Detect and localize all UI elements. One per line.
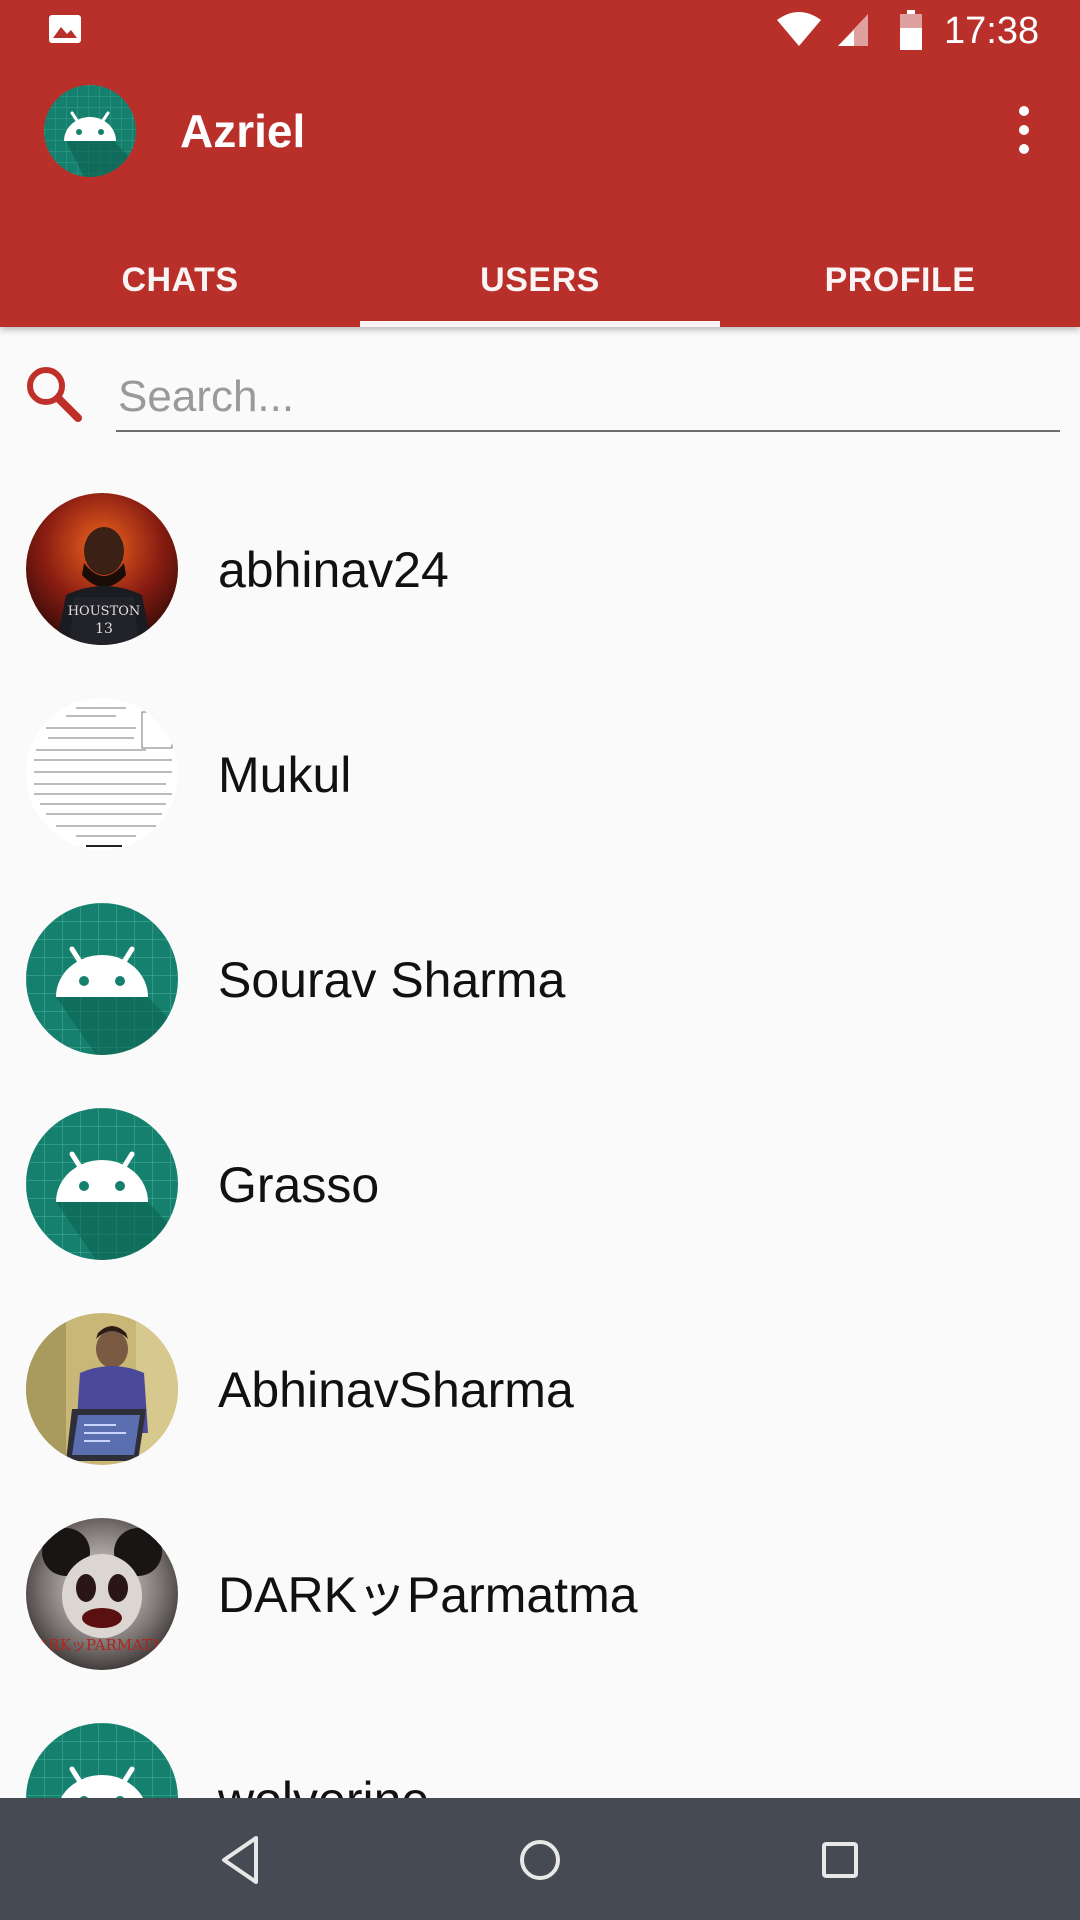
user-name: Grasso: [218, 1157, 380, 1213]
tab-bar: CHATS USERS PROFILE: [0, 233, 1080, 327]
navigation-bar: [0, 1798, 1080, 1920]
signal-icon: [838, 14, 868, 46]
app-title: Azriel: [180, 105, 306, 157]
tab-users[interactable]: USERS: [360, 233, 720, 327]
list-item[interactable]: Sourav Sharma: [0, 898, 1080, 1103]
back-icon[interactable]: [210, 1830, 270, 1890]
user-name: Mukul: [218, 747, 352, 803]
status-bar: 17:38: [0, 0, 1080, 63]
avatar: [26, 698, 178, 850]
android-avatar-icon: [26, 1723, 178, 1798]
battery-icon: [900, 10, 922, 50]
user-name: abhinav24: [218, 542, 449, 598]
android-avatar-icon: [26, 903, 178, 1055]
list-item[interactable]: DARKッPARMATMA DARKッParmatma: [0, 1513, 1080, 1718]
search-input[interactable]: [116, 364, 1060, 432]
search-icon: [27, 367, 82, 422]
avatar: DARKッPARMATMA: [26, 1518, 178, 1670]
svg-text:13: 13: [95, 621, 113, 637]
avatar: [26, 1313, 178, 1465]
list-item[interactable]: wolverine: [0, 1718, 1080, 1798]
android-avatar-icon: [26, 1108, 178, 1260]
user-name: DARKッParmatma: [218, 1567, 638, 1623]
user-name: wolverine: [218, 1770, 429, 1798]
user-name: AbhinavSharma: [218, 1362, 574, 1418]
tab-chats[interactable]: CHATS: [0, 233, 360, 327]
wifi-icon: [777, 12, 821, 46]
avatar: HOUSTON 13: [26, 493, 178, 645]
svg-text:HOUSTON: HOUSTON: [68, 604, 141, 619]
user-list: HOUSTON 13 abhinav24 Mukul Sourav Sharma…: [0, 488, 1080, 1798]
list-item[interactable]: Mukul: [0, 693, 1080, 898]
home-icon[interactable]: [510, 1830, 570, 1890]
list-item[interactable]: AbhinavSharma: [0, 1308, 1080, 1513]
app-logo-icon[interactable]: [44, 85, 136, 177]
tab-profile[interactable]: PROFILE: [720, 233, 1080, 327]
more-vert-icon[interactable]: [1004, 99, 1044, 163]
user-name: Sourav Sharma: [218, 952, 566, 1008]
status-time: 17:38: [944, 10, 1040, 52]
recents-icon[interactable]: [810, 1830, 870, 1890]
app-bar: Azriel CHATS USERS PROFILE: [0, 63, 1080, 327]
list-item[interactable]: Grasso: [0, 1103, 1080, 1308]
svg-text:DARKッPARMATMA: DARKッPARMATMA: [26, 1636, 178, 1654]
list-item[interactable]: HOUSTON 13 abhinav24: [0, 488, 1080, 693]
image-icon: [49, 15, 81, 43]
